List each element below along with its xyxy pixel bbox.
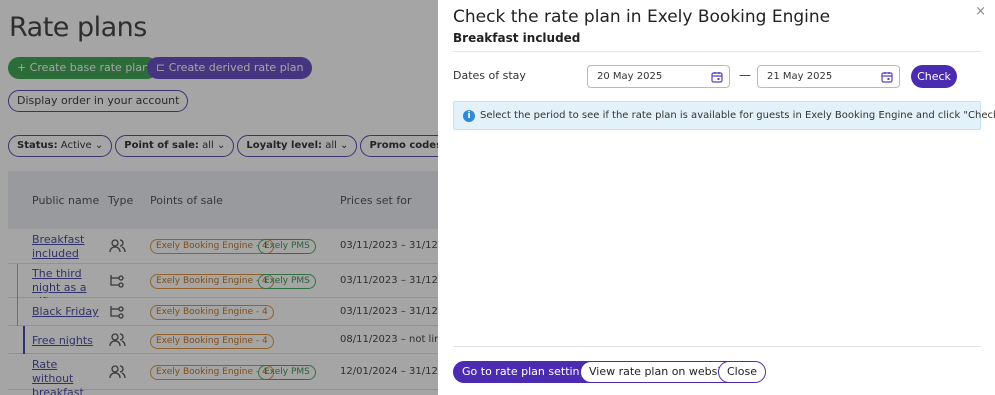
header-divider [453,51,981,52]
info-message: i Select the period to see if the rate p… [453,101,995,130]
check-button[interactable]: Check [911,65,957,88]
dates-of-stay-label: Dates of stay [453,69,526,82]
close-icon[interactable]: × [975,4,986,19]
footer-divider [453,346,981,347]
date-from-value: 20 May 2025 [597,71,663,82]
calendar-icon [711,72,723,83]
info-icon: i [463,110,475,122]
date-from-input[interactable]: 20 May 2025 [587,65,730,88]
dialog-subtitle: Breakfast included [453,31,581,45]
go-to-rate-plan-settings-button[interactable]: Go to rate plan settings [453,361,602,383]
date-to-input[interactable]: 21 May 2025 [757,65,900,88]
info-text: Select the period to see if the rate pla… [480,110,995,121]
view-rate-plan-on-website-button[interactable]: View rate plan on website [580,361,741,383]
date-to-value: 21 May 2025 [767,71,833,82]
close-button[interactable]: Close [718,361,766,383]
calendar-icon [881,72,893,83]
check-rate-plan-dialog: Check the rate plan in Exely Booking Eng… [438,0,995,395]
date-separator: — [739,68,751,82]
dialog-title: Check the rate plan in Exely Booking Eng… [453,7,831,27]
